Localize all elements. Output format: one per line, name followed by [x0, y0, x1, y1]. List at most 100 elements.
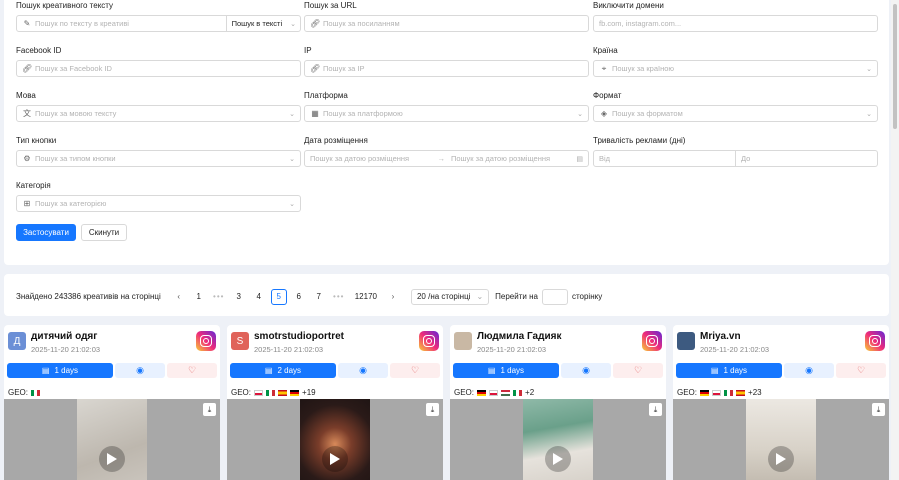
arrow-right-icon: →: [437, 154, 445, 163]
avatar: [454, 332, 472, 350]
favorite-button[interactable]: ♡: [613, 363, 663, 378]
instagram-icon[interactable]: [419, 331, 439, 351]
placement-date-range[interactable]: Пошук за датою розміщення → Пошук за дат…: [304, 150, 589, 167]
page-1[interactable]: 1: [191, 289, 207, 305]
card-actions: ▤ 2 days ◉ ♡: [230, 363, 440, 378]
reset-button[interactable]: Скинути: [81, 224, 127, 241]
page-4[interactable]: 4: [251, 289, 267, 305]
view-button[interactable]: ◉: [338, 363, 388, 378]
button-type-select[interactable]: ⚙ Пошук за типом кнопки ⌄: [16, 150, 301, 167]
format-label: Формат: [593, 91, 622, 100]
download-icon[interactable]: ⤓: [649, 403, 662, 416]
instagram-icon[interactable]: [642, 331, 662, 351]
view-button[interactable]: ◉: [115, 363, 165, 378]
card-actions: ▤ 1 days ◉ ♡: [453, 363, 663, 378]
facebook-id-label: Facebook ID: [16, 46, 62, 55]
next-page-button[interactable]: ›: [385, 289, 401, 305]
geo-row: GEO: +2: [454, 388, 535, 397]
creative-date: 2025-11-20 21:02:03: [254, 345, 324, 354]
view-button[interactable]: ◉: [561, 363, 611, 378]
eye-icon: ◉: [805, 365, 813, 375]
text-search-label: Пошук креативного тексту: [16, 1, 114, 10]
advertiser-name: smotrstudioportret: [254, 331, 344, 342]
instagram-icon[interactable]: [865, 331, 885, 351]
heart-icon: ♡: [856, 365, 866, 375]
advertiser-name: Mriya.vn: [700, 331, 741, 342]
creative-card: Д дитячий одяг 2025-11-20 21:02:03 ▤ 1 da…: [4, 325, 220, 480]
category-select[interactable]: ⊞ Пошук за категорією ⌄: [16, 195, 301, 212]
exclude-domains-label: Виключити домени: [593, 1, 664, 10]
creative-preview[interactable]: ⤓: [673, 399, 889, 480]
play-icon[interactable]: [553, 453, 563, 465]
apply-button[interactable]: Застосувати: [16, 224, 76, 241]
page-6[interactable]: 6: [291, 289, 307, 305]
creative-preview[interactable]: ⤓: [227, 399, 443, 480]
favorite-button[interactable]: ♡: [390, 363, 440, 378]
play-icon[interactable]: [776, 453, 786, 465]
text-search-input[interactable]: ✎ Пошук по тексту в креативі Пошук в тек…: [16, 15, 301, 32]
goto-page-input[interactable]: [541, 288, 568, 305]
favorite-button[interactable]: ♡: [836, 363, 886, 378]
country-select[interactable]: ⌖ Пошук за країною ⌄: [593, 60, 878, 77]
button-type-label: Тип кнопки: [16, 136, 57, 145]
chevron-down-icon: ⌄: [289, 110, 295, 118]
filters-panel: Пошук креативного тексту ✎ Пошук по текс…: [4, 0, 889, 265]
avatar: S: [231, 332, 249, 350]
date-to-input[interactable]: Пошук за датою розміщення: [451, 154, 572, 163]
exclude-domains-input[interactable]: fb.com, instagram.com...: [593, 15, 878, 32]
download-icon[interactable]: ⤓: [872, 403, 885, 416]
page-scrollbar[interactable]: [891, 0, 899, 480]
duration-to-input[interactable]: До: [736, 150, 878, 167]
page-size-select[interactable]: 20 /на сторінці ⌄: [410, 288, 490, 305]
language-select[interactable]: 文 Пошук за мовою тексту ⌄: [16, 105, 301, 122]
calendar-icon: ▤: [41, 366, 50, 375]
geo-row: GEO:: [8, 388, 41, 397]
view-button[interactable]: ◉: [784, 363, 834, 378]
prev-page-button[interactable]: ‹: [171, 289, 187, 305]
calendar-icon: ▤: [710, 366, 719, 375]
pagination-ellipsis[interactable]: •••: [211, 289, 227, 305]
duration-from-input[interactable]: Від: [593, 150, 736, 167]
page-7[interactable]: 7: [311, 289, 327, 305]
days-button[interactable]: ▤ 1 days: [453, 363, 559, 378]
flag-pl-icon: [712, 389, 722, 396]
platform-select[interactable]: ▦ Пошук за платформою ⌄: [304, 105, 589, 122]
page-5-current[interactable]: 5: [270, 288, 287, 305]
goto-suffix: сторінку: [571, 292, 603, 301]
pagination-panel: Знайдено 243386 креативів на сторінці ‹ …: [4, 274, 889, 316]
ip-label: IP: [304, 46, 312, 55]
card-actions: ▤ 1 days ◉ ♡: [676, 363, 886, 378]
link-icon: 🔗︎: [310, 19, 321, 28]
chevron-down-icon: ⌄: [476, 292, 484, 301]
layers-icon: ◈: [600, 109, 608, 118]
heart-icon: ♡: [187, 365, 197, 375]
chevron-down-icon: ⌄: [866, 110, 872, 118]
creative-preview[interactable]: ⤓: [4, 399, 220, 480]
ip-input[interactable]: 🔗︎ Пошук за IP: [304, 60, 589, 77]
url-search-input[interactable]: 🔗︎ Пошук за посиланням: [304, 15, 589, 32]
page-3[interactable]: 3: [231, 289, 247, 305]
play-icon[interactable]: [107, 453, 117, 465]
date-from-input[interactable]: Пошук за датою розміщення: [310, 154, 431, 163]
instagram-icon[interactable]: [196, 331, 216, 351]
scrollbar-thumb[interactable]: [893, 4, 897, 129]
days-button[interactable]: ▤ 1 days: [7, 363, 113, 378]
favorite-button[interactable]: ♡: [167, 363, 217, 378]
text-search-mode-select[interactable]: Пошук в тексті ⌄: [225, 16, 300, 31]
facebook-id-input[interactable]: 🔗︎ Пошук за Facebook ID: [16, 60, 301, 77]
heart-icon: ♡: [633, 365, 643, 375]
play-icon[interactable]: [330, 453, 340, 465]
pagination-ellipsis[interactable]: •••: [331, 289, 347, 305]
flag-hu-icon: [501, 389, 511, 396]
creative-date: 2025-11-20 21:02:03: [31, 345, 101, 354]
download-icon[interactable]: ⤓: [203, 403, 216, 416]
creative-card: Людмила Гадияк 2025-11-20 21:02:03 ▤ 1 da…: [450, 325, 666, 480]
page-last[interactable]: 12170: [355, 289, 377, 305]
download-icon[interactable]: ⤓: [426, 403, 439, 416]
days-button[interactable]: ▤ 2 days: [230, 363, 336, 378]
pagination: Знайдено 243386 креативів на сторінці ‹ …: [16, 288, 602, 305]
flag-de-icon: [477, 389, 487, 396]
creative-preview[interactable]: ⤓: [450, 399, 666, 480]
days-button[interactable]: ▤ 1 days: [676, 363, 782, 378]
format-select[interactable]: ◈ Пошук за форматом ⌄: [593, 105, 878, 122]
